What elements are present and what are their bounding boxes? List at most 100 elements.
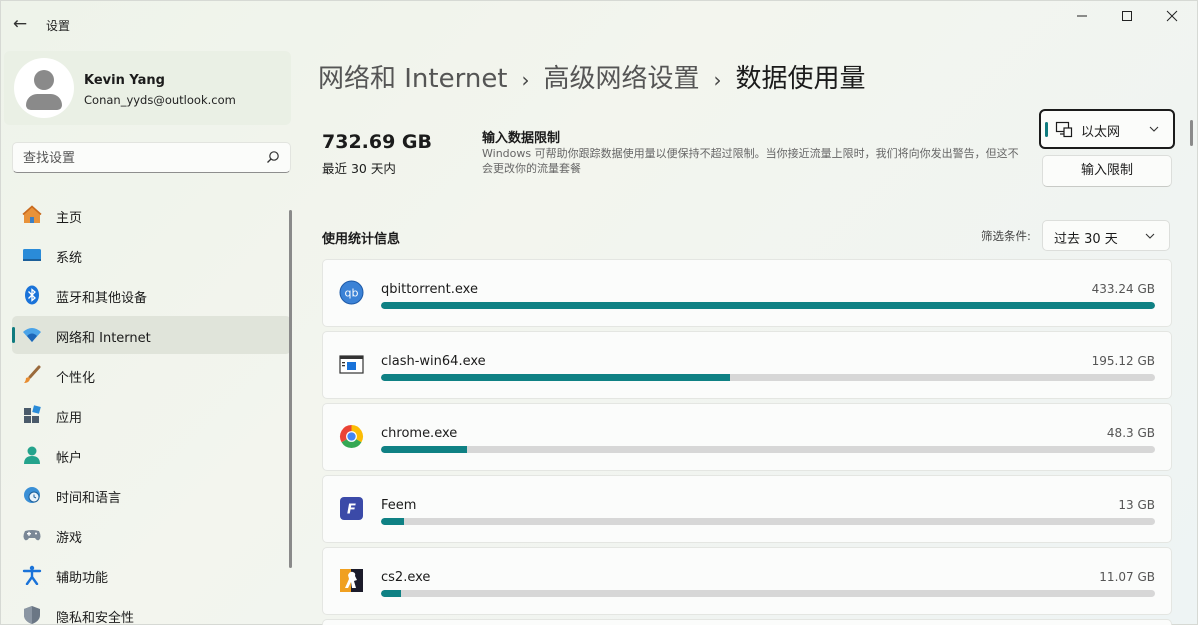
- gamepad-icon: [23, 530, 41, 541]
- list-item: cs2.exe 11.07 GB: [322, 547, 1172, 615]
- sidebar-item-bluetooth[interactable]: 蓝牙和其他设备: [12, 276, 291, 314]
- close-button[interactable]: [1154, 6, 1190, 30]
- app-usage-value: 13 GB: [1118, 498, 1155, 512]
- apps-icon: [24, 405, 41, 423]
- sidebar-item-label: 个性化: [56, 371, 96, 386]
- list-item: [322, 619, 1172, 625]
- list-item: qb qbittorrent.exe 433.24 GB: [322, 259, 1172, 327]
- page-title: 数据使用量: [735, 64, 866, 94]
- back-button[interactable]: ←: [10, 12, 30, 36]
- filter-dropdown[interactable]: 过去 30 天: [1042, 220, 1170, 251]
- total-usage-value: 732.69 GB: [322, 131, 433, 153]
- account-icon: [24, 446, 40, 464]
- sidebar-item-label: 帐户: [56, 451, 83, 466]
- sidebar-scrollbar[interactable]: [289, 210, 292, 568]
- chrome-icon: [340, 425, 363, 448]
- sidebar-item-label: 网络和 Internet: [56, 331, 151, 346]
- total-usage-period: 最近 30 天内: [322, 161, 396, 176]
- clock-globe-icon: [24, 487, 40, 503]
- sidebar-item-label: 时间和语言: [56, 491, 122, 506]
- network-adapter-value: 以太网: [1081, 125, 1121, 140]
- app-usage-value: 11.07 GB: [1099, 570, 1155, 584]
- usage-bar-fill: [381, 518, 405, 525]
- sidebar-nav: 主页 系统 蓝牙和其他设备 网络和 Internet 个性化 应用 帐户 时间和…: [12, 196, 291, 625]
- sidebar-item-label: 蓝牙和其他设备: [56, 291, 148, 306]
- data-limit-title: 输入数据限制: [482, 131, 561, 146]
- app-name: chrome.exe: [381, 426, 458, 441]
- wifi-icon: [23, 328, 41, 342]
- breadcrumb-separator: ›: [521, 68, 530, 92]
- sidebar-item-apps[interactable]: 应用: [12, 396, 291, 434]
- breadcrumb-separator: ›: [713, 68, 722, 92]
- chevron-down-icon: [1145, 233, 1155, 239]
- bluetooth-icon: [25, 285, 39, 305]
- app-usage-value: 433.24 GB: [1091, 282, 1155, 296]
- sidebar-item-gaming[interactable]: 游戏: [12, 516, 291, 554]
- sidebar-item-accounts[interactable]: 帐户: [12, 436, 291, 474]
- sidebar-item-home[interactable]: 主页: [12, 196, 291, 234]
- shield-icon: [24, 606, 40, 624]
- sidebar-item-label: 辅助功能: [56, 571, 109, 586]
- sidebar-item-label: 系统: [56, 251, 83, 266]
- usage-bar-track: [381, 302, 1155, 309]
- chevron-down-icon: [1149, 126, 1159, 132]
- profile-card[interactable]: Kevin Yang Conan_yyds@outlook.com: [4, 51, 291, 125]
- profile-name: Kevin Yang: [84, 73, 165, 88]
- title-bar: ← 设置: [0, 0, 1198, 48]
- clash-icon: [339, 355, 364, 374]
- accessibility-icon: [22, 565, 42, 585]
- sidebar-item-label: 游戏: [56, 531, 83, 546]
- app-title: 设置: [46, 19, 71, 33]
- filter-value: 过去 30 天: [1054, 232, 1118, 247]
- app-usage-value: 48.3 GB: [1106, 426, 1155, 440]
- usage-bar-track: [381, 590, 1155, 597]
- sidebar-item-label: 隐私和安全性: [56, 611, 135, 625]
- sidebar-item-accessibility[interactable]: 辅助功能: [12, 556, 291, 594]
- sidebar-item-system[interactable]: 系统: [12, 236, 291, 274]
- search-icon[interactable]: [266, 150, 280, 164]
- app-name: qbittorrent.exe: [381, 282, 478, 297]
- main-scrollbar[interactable]: [1190, 120, 1193, 146]
- breadcrumb-item-network[interactable]: 网络和 Internet: [318, 64, 508, 94]
- sidebar-item-privacy[interactable]: 隐私和安全性: [12, 596, 291, 625]
- usage-stats-title: 使用统计信息: [322, 232, 401, 247]
- profile-email: Conan_yyds@outlook.com: [84, 93, 236, 107]
- maximize-icon: [1122, 11, 1132, 21]
- list-item: F Feem 13 GB: [322, 475, 1172, 543]
- network-adapter-dropdown[interactable]: 以太网: [1039, 109, 1175, 149]
- minimize-button[interactable]: [1064, 6, 1100, 30]
- usage-bar-track: [381, 518, 1155, 525]
- app-name: Feem: [381, 498, 417, 513]
- cs2-icon: [340, 569, 363, 592]
- usage-bar-fill: [381, 302, 1155, 309]
- svg-text:F: F: [347, 503, 356, 518]
- maximize-button[interactable]: [1109, 6, 1145, 30]
- ethernet-icon: [1055, 121, 1073, 138]
- sidebar-item-network[interactable]: 网络和 Internet: [12, 316, 291, 354]
- list-item: clash-win64.exe 195.12 GB: [322, 331, 1172, 399]
- sidebar-item-time-language[interactable]: 时间和语言: [12, 476, 291, 514]
- app-name: cs2.exe: [381, 570, 431, 585]
- list-item: chrome.exe 48.3 GB: [322, 403, 1172, 471]
- app-usage-list: qb qbittorrent.exe 433.24 GB clash-win64…: [322, 259, 1172, 625]
- usage-bar-fill: [381, 590, 401, 597]
- avatar: [14, 58, 74, 118]
- breadcrumb: 网络和 Internet › 高级网络设置 › 数据使用量: [318, 58, 866, 98]
- brush-icon: [24, 365, 41, 383]
- breadcrumb-item-advanced[interactable]: 高级网络设置: [544, 64, 700, 94]
- enter-limit-button[interactable]: 输入限制: [1042, 155, 1172, 187]
- sidebar-item-label: 主页: [56, 211, 83, 226]
- monitor-icon: [23, 249, 41, 261]
- search-box[interactable]: [12, 142, 291, 173]
- feem-icon: F: [340, 497, 363, 520]
- filter-label: 筛选条件:: [981, 229, 1031, 243]
- minimize-icon: [1077, 15, 1087, 17]
- data-limit-description: Windows 可帮助你跟踪数据使用量以便保持不超过限制。当你接近流量上限时，我…: [482, 147, 1019, 175]
- sidebar-item-personalization[interactable]: 个性化: [12, 356, 291, 394]
- search-input[interactable]: [23, 148, 253, 168]
- usage-bar-fill: [381, 374, 730, 381]
- usage-bar-track: [381, 446, 1155, 453]
- app-name: clash-win64.exe: [381, 354, 486, 369]
- focus-accent: [1045, 122, 1048, 137]
- close-icon: [1166, 10, 1178, 22]
